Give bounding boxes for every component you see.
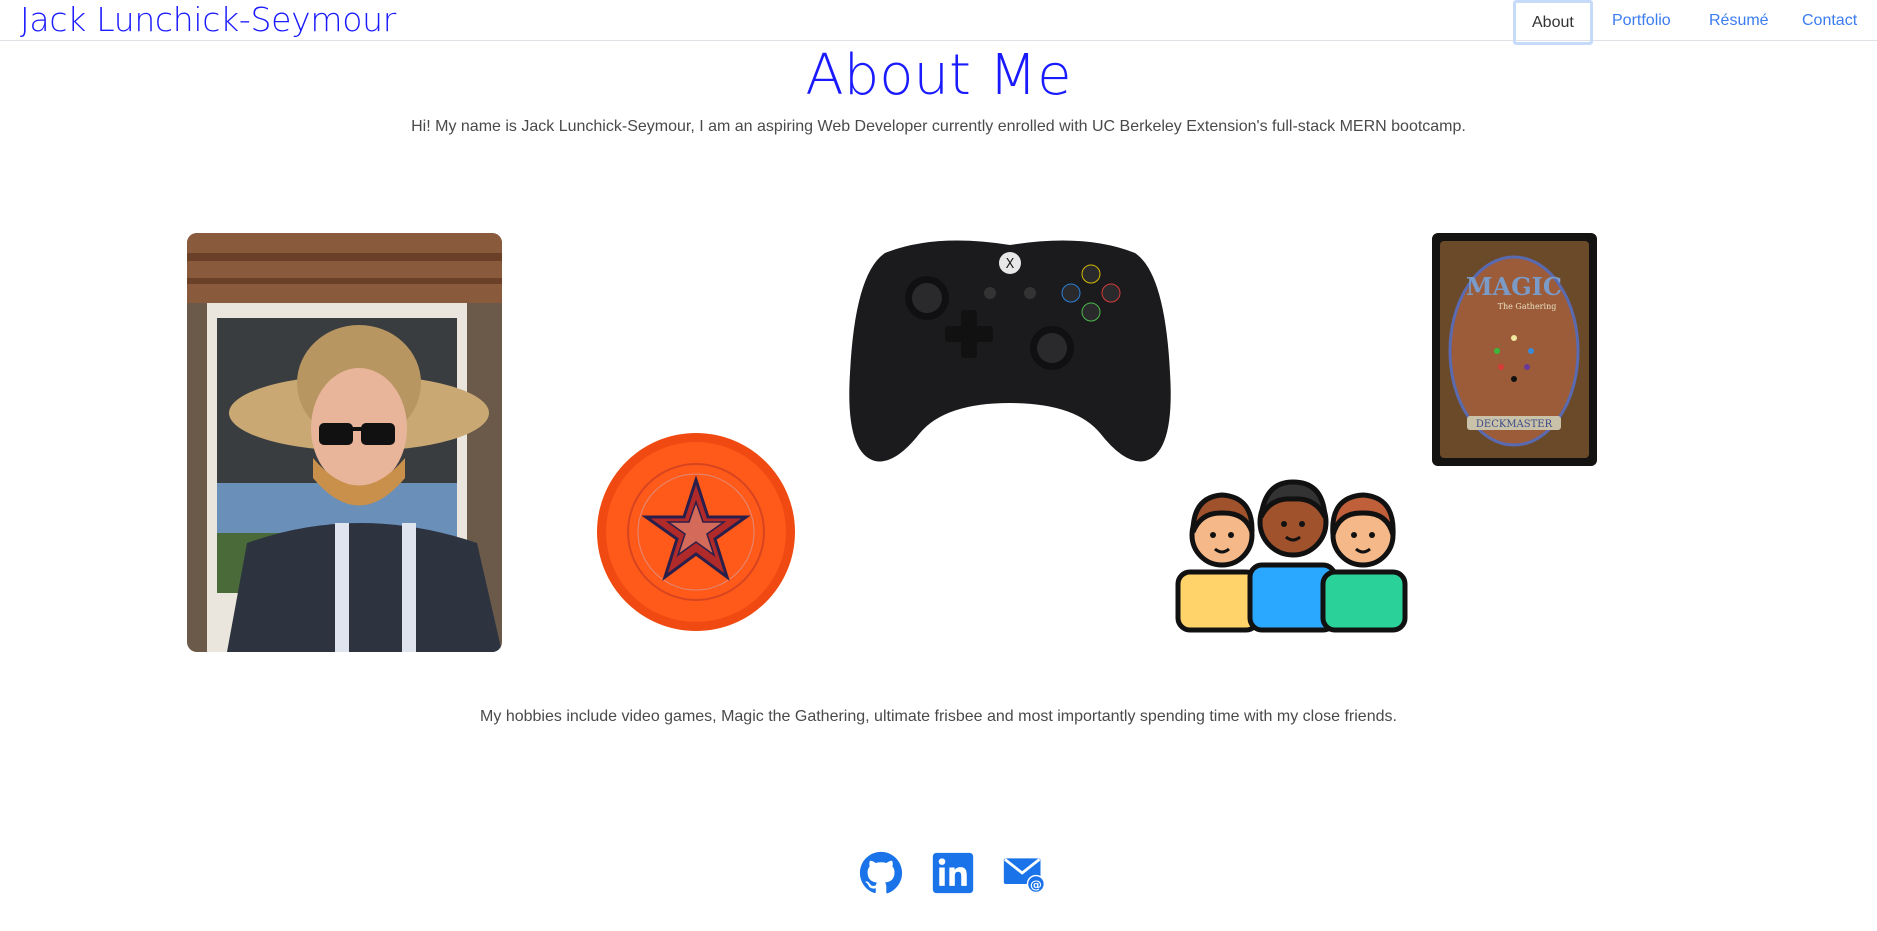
- nav-resume[interactable]: Résumé: [1709, 0, 1769, 41]
- frisbee-image: [596, 432, 796, 632]
- intro-text: Hi! My name is Jack Lunchick-Seymour, I …: [411, 118, 1466, 135]
- friends-illustration: [1175, 477, 1410, 633]
- hobbies-text: My hobbies include video games, Magic th…: [480, 708, 1397, 725]
- magic-card-image: MAGIC The Gathering DECKMASTER: [1432, 233, 1597, 466]
- profile-photo: [187, 233, 502, 652]
- controller-logo: X: [1006, 257, 1015, 272]
- mtg-title: MAGIC: [1466, 272, 1562, 301]
- nav-contact[interactable]: Contact: [1802, 0, 1857, 41]
- navbar: Jack Lunchick-Seymour About Portfolio Ré…: [0, 0, 1877, 45]
- page-title: About Me: [805, 43, 1072, 108]
- nav-about[interactable]: About: [1513, 0, 1593, 45]
- brand-title[interactable]: Jack Lunchick-Seymour: [20, 0, 396, 40]
- email-icon[interactable]: @: [1002, 851, 1046, 895]
- svg-text:@: @: [1030, 878, 1042, 892]
- nav-portfolio[interactable]: Portfolio: [1612, 0, 1671, 41]
- mtg-subtitle: The Gathering: [1498, 302, 1557, 311]
- linkedin-icon[interactable]: [931, 851, 975, 895]
- github-icon[interactable]: [859, 851, 903, 895]
- mtg-footer: DECKMASTER: [1476, 419, 1553, 430]
- xbox-controller-image: X: [845, 233, 1175, 465]
